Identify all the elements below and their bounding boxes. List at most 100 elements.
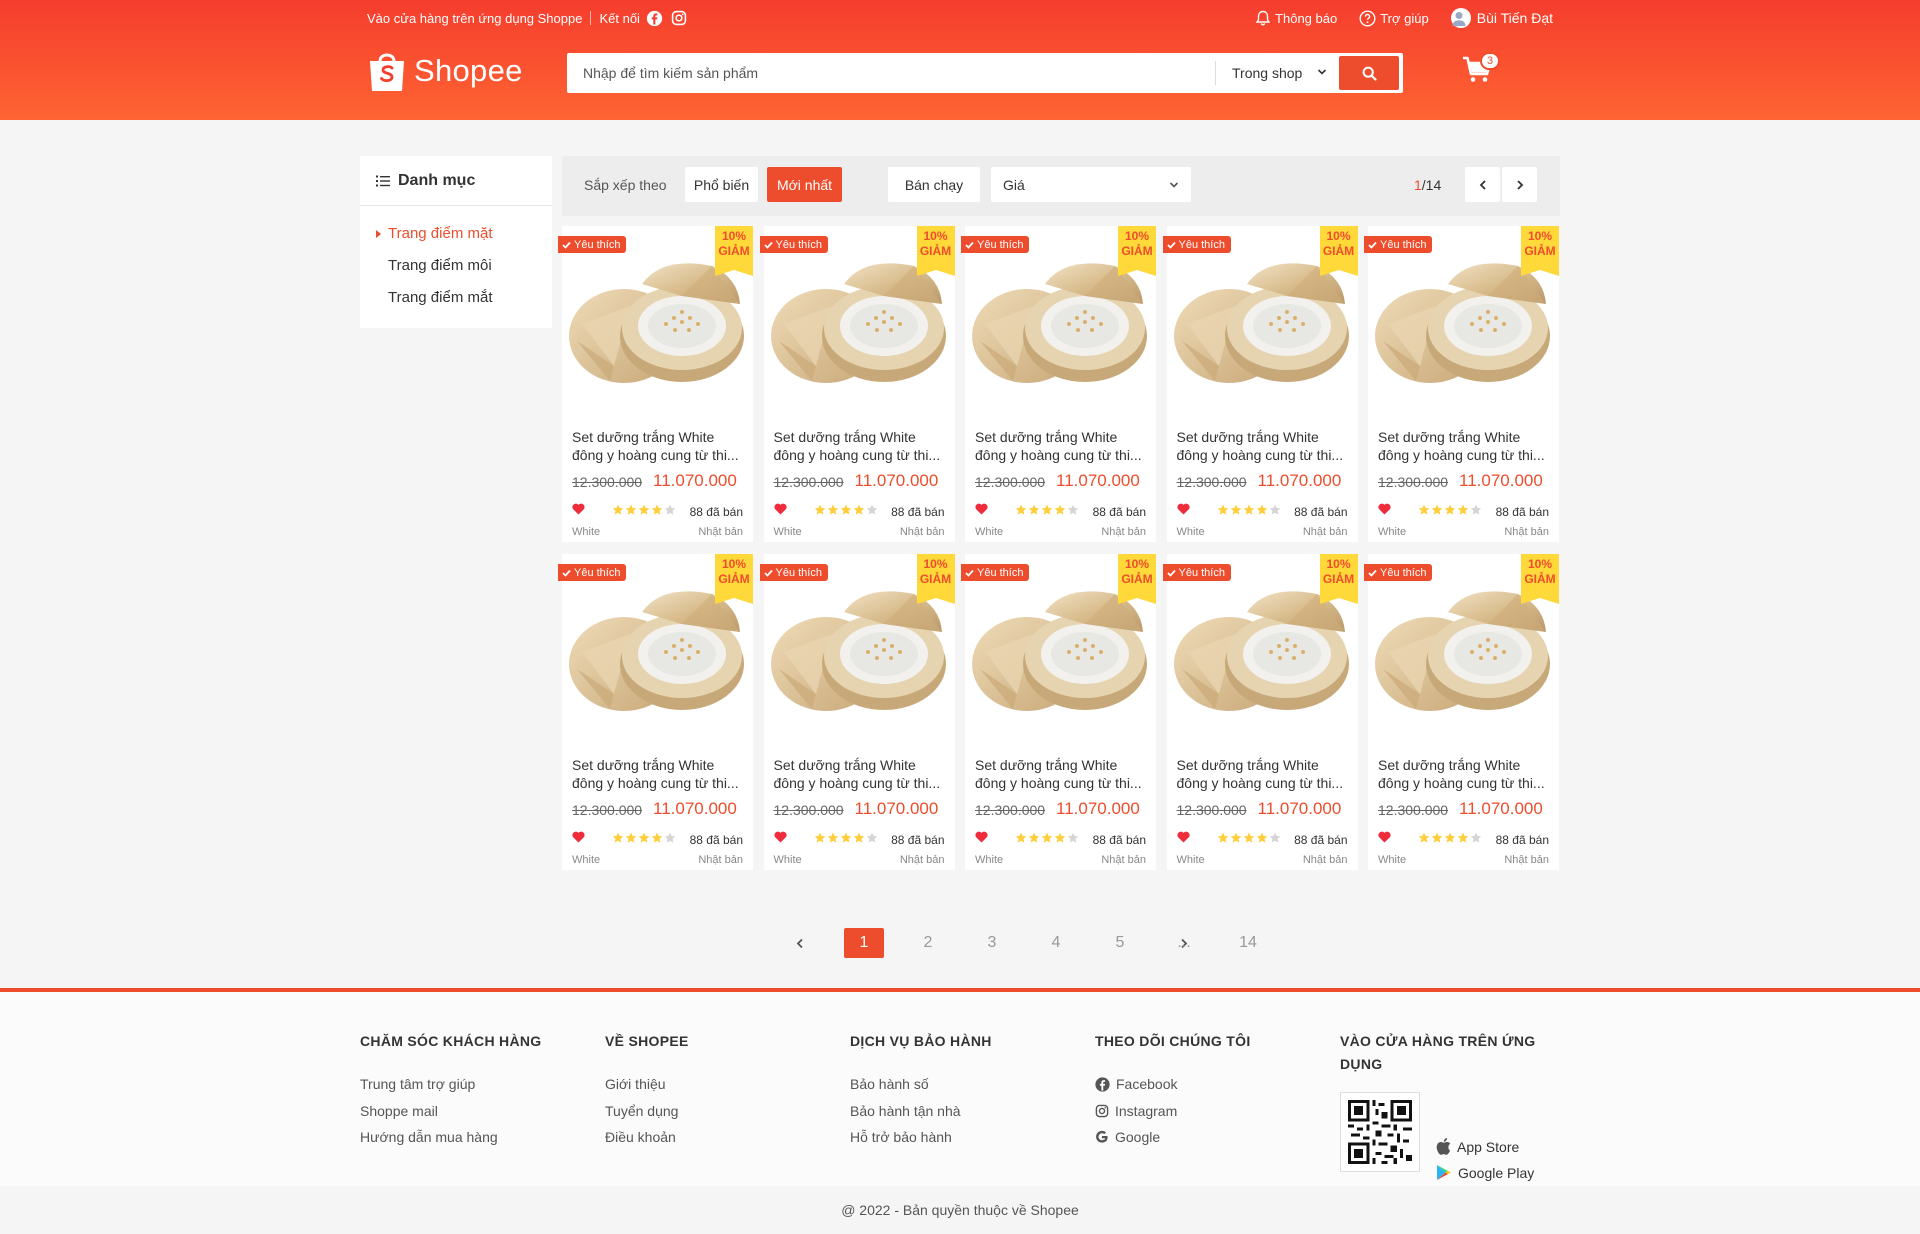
star-filled-icon (638, 831, 650, 843)
user-menu[interactable]: Bùi Tiến Đạt (1450, 8, 1553, 28)
product-card[interactable]: Yêu thích 10% GIẢM Set dưỡng trắng White… (558, 226, 753, 542)
category-item-face[interactable]: Trang điểm mặt (360, 218, 552, 250)
category-item-lips[interactable]: Trang điểm môi (360, 250, 552, 282)
apple-icon (1436, 1138, 1451, 1155)
footer-instagram-link[interactable]: Instagram (1095, 1098, 1251, 1125)
footer-link[interactable]: Giới thiệu (605, 1071, 689, 1098)
original-price: 12.300.000 (1176, 474, 1247, 490)
search-scope-select[interactable]: Trong shop (1215, 61, 1337, 85)
discount-word: GIẢM (1322, 244, 1355, 258)
footer-link[interactable]: Hỗ trở bảo hành (850, 1124, 992, 1151)
discount-percent: 10% (923, 229, 948, 243)
product-card[interactable]: Yêu thích 10% GIẢM Set dưỡng trắng White… (1162, 226, 1358, 542)
product-name: Set dưỡng trắng White đông y hoàng cung … (773, 429, 941, 463)
help-link[interactable]: Trợ giúp (1359, 9, 1429, 27)
product-card[interactable]: Yêu thích 10% GIẢM Set dưỡng trắng White… (1364, 226, 1559, 542)
footer-heading: Dịch vụ bảo hành (850, 1033, 992, 1049)
heart-icon[interactable] (572, 503, 585, 515)
pagination-prev[interactable] (780, 928, 820, 958)
pagination-page[interactable]: 5 (1100, 928, 1140, 958)
heart-icon[interactable] (1378, 503, 1391, 515)
product-card[interactable]: Yêu thích 10% GIẢM Set dưỡng trắng White… (961, 554, 1156, 870)
footer-link[interactable]: Shoppe mail (360, 1098, 541, 1125)
heart-icon[interactable] (975, 831, 988, 843)
cart-button[interactable]: 3 (1462, 52, 1500, 90)
footer-link[interactable]: Hướng dẫn mua hàng (360, 1124, 541, 1151)
logo-text: Shopee (414, 53, 523, 88)
prev-page-button[interactable] (1465, 167, 1500, 202)
help-label: Trợ giúp (1380, 10, 1429, 26)
discount-word: GIẢM (1524, 244, 1556, 258)
heart-icon[interactable] (1176, 831, 1190, 843)
pagination-page[interactable]: 1 (844, 928, 884, 958)
star-filled-icon (638, 503, 650, 515)
star-filled-icon (1243, 503, 1255, 515)
sort-filter-bar: Sắp xếp theo Phổ biến Mới nhất Bán chạy … (562, 156, 1560, 216)
footer-link[interactable]: Tuyển dụng (605, 1098, 689, 1125)
sort-popular-button[interactable]: Phổ biến (685, 167, 758, 202)
app-store-link[interactable]: Vào cửa hàng trên ứng dụng Shoppe (367, 11, 582, 26)
product-name: Set dưỡng trắng White đông y hoàng cung … (975, 757, 1142, 791)
connect-label: Kết nối (599, 10, 640, 26)
google-play-link[interactable]: Google Play (1436, 1164, 1534, 1181)
discount-badge: 10% GIẢM (715, 554, 753, 604)
star-filled-icon (1444, 503, 1456, 515)
footer-link[interactable]: Bảo hành tận nhà (850, 1098, 992, 1125)
footer-link[interactable]: Điều khoản (605, 1124, 689, 1151)
footer: Chăm sóc khách hàng Trung tâm trợ giúp S… (0, 988, 1920, 1186)
sold-count: 88 đã bán (1294, 505, 1348, 519)
heart-icon[interactable] (773, 831, 787, 843)
sold-count: 88 đã bán (1495, 833, 1549, 847)
product-card[interactable]: Yêu thích 10% GIẢM Set dưỡng trắng White… (1364, 554, 1559, 870)
sort-newest-button[interactable]: Mới nhất (767, 167, 842, 202)
copyright: @ 2022 - Bản quyền thuộc về Shopee (0, 1186, 1920, 1234)
check-icon (1368, 241, 1377, 249)
pagination-page[interactable]: 14 (1228, 928, 1268, 958)
search-input[interactable] (567, 53, 1215, 93)
notifications-link[interactable]: Thông báo (1255, 10, 1337, 27)
heart-icon[interactable] (572, 831, 585, 843)
footer-google-link[interactable]: Google (1095, 1124, 1251, 1151)
product-card[interactable]: Yêu thích 10% GIẢM Set dưỡng trắng White… (961, 226, 1156, 542)
price-sort-select[interactable]: Giá (991, 167, 1191, 202)
footer-follow: Theo dõi chúng tôi Facebook Instagram Go… (1095, 1030, 1251, 1151)
product-card[interactable]: Yêu thích 10% GIẢM Set dưỡng trắng White… (759, 554, 955, 870)
discount-percent: 10% (1527, 229, 1553, 243)
discount-word: GIẢM (1121, 572, 1153, 586)
product-card[interactable]: Yêu thích 10% GIẢM Set dưỡng trắng White… (1162, 554, 1358, 870)
product-card[interactable]: Yêu thích 10% GIẢM Set dưỡng trắng White… (759, 226, 955, 542)
star-filled-icon (1028, 831, 1040, 843)
rating-stars (814, 831, 879, 843)
search-button[interactable] (1339, 56, 1399, 90)
sort-best-selling-button[interactable]: Bán chạy (888, 167, 980, 202)
pagination-page[interactable]: 2 (908, 928, 948, 958)
heart-icon[interactable] (975, 503, 988, 515)
next-page-button[interactable] (1502, 167, 1537, 202)
footer-facebook-link[interactable]: Facebook (1095, 1071, 1251, 1098)
google-icon (1096, 1131, 1108, 1143)
brand-label: White (975, 854, 1004, 866)
heart-icon[interactable] (773, 503, 787, 515)
check-icon (1166, 569, 1176, 577)
footer-app: Vào cửa hàng trên ứng dụng App Store (1340, 1030, 1560, 1181)
heart-icon[interactable] (1378, 831, 1391, 843)
app-store-link[interactable]: App Store (1436, 1138, 1519, 1155)
facebook-icon[interactable] (646, 9, 664, 27)
favorite-label: Yêu thích (1178, 238, 1225, 251)
discount-percent: 10% (923, 557, 948, 571)
heart-icon[interactable] (1176, 503, 1190, 515)
footer-link[interactable]: Trung tâm trợ giúp (360, 1071, 541, 1098)
pagination-page[interactable]: 4 (1036, 928, 1076, 958)
category-item-eyes[interactable]: Trang điểm mắt (360, 282, 552, 314)
footer-customer-care: Chăm sóc khách hàng Trung tâm trợ giúp S… (360, 1030, 541, 1151)
pagination-page[interactable]: 3 (972, 928, 1012, 958)
star-filled-icon (1256, 503, 1268, 515)
favorite-badge: Yêu thích (759, 236, 828, 253)
product-card[interactable]: Yêu thích 10% GIẢM Set dưỡng trắng White… (558, 554, 753, 870)
original-price: 12.300.000 (773, 802, 844, 818)
footer-link[interactable]: Bảo hành số (850, 1071, 992, 1098)
shopee-logo[interactable]: Shopee (368, 49, 523, 93)
instagram-icon[interactable] (670, 9, 688, 27)
star-filled-icon (625, 503, 637, 515)
category-list: Trang điểm mặt Trang điểm môi Trang điểm… (360, 206, 552, 314)
